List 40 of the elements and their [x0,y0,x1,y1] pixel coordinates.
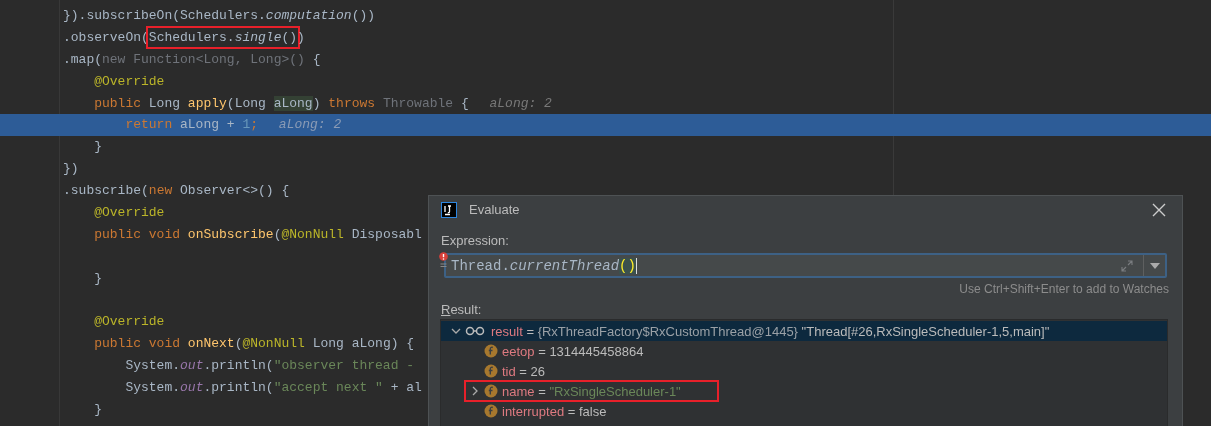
field-icon [484,364,498,378]
result-label: Result: [440,301,483,317]
code-text: public Long apply(Long aLong) throws Throwable { aLong: 2 [93,95,552,111]
expression-label: Expression: [441,233,509,248]
glasses-icon [465,326,487,336]
code-text: return aLong + 1; aLong: 2 [124,117,342,133]
variable-label: name = "RxSingleScheduler-1" [502,383,681,399]
field-icon [484,384,498,398]
code-text: } [93,402,102,418]
field-icon [484,404,498,418]
code-text: public void onSubscribe(@NonNull Disposabl [93,226,422,242]
code-text: @Override [93,314,165,330]
tree-row[interactable]: interrupted = false [441,401,1167,421]
variable-label: tid = 26 [502,363,546,379]
code-text: .map(new Function<Long, Long>() { [63,51,321,67]
code-text: .subscribe(new Observer<>() { [63,183,290,199]
variable-label: eetop = 1314445458864 [502,343,644,359]
variable-label: result = {RxThreadFactory$RxCustomThread@1445} "Thread[#26,RxSingleScheduler-1,5,main]" [491,323,1050,339]
expression-input[interactable]: Thread.currentThread() [446,257,1121,274]
tree-row[interactable]: eetop = 1314445458864 [441,341,1167,361]
hint-text: Use Ctrl+Shift+Enter to add to Watches [959,282,1169,296]
tree-row[interactable]: tid = 26 [441,361,1167,381]
code-text: }).subscribeOn(Schedulers.computation()) [63,8,376,23]
code-text: }) [63,161,79,177]
code-text: ) [297,29,305,45]
code-text: System.out.println("observer thread - [124,358,415,374]
code-text: @Override [93,73,165,89]
close-button[interactable] [1152,202,1166,217]
app-icon [441,201,457,218]
code-text: @Override [93,205,165,220]
dialog-title: Evaluate [469,202,521,217]
caret-icon [1149,262,1160,269]
field-icon [484,344,498,358]
tree-row[interactable]: result = {RxThreadFactory$RxCustomThread@1445} "Thread[#26,RxSingleScheduler-1,5,main]" [441,321,1167,341]
code-text: } [93,139,102,155]
tree-row[interactable]: name = "RxSingleScheduler-1" [441,381,1167,401]
code-text: } [93,270,102,286]
code-text: public void onNext(@NonNull Long aLong) { [93,336,415,352]
variable-label: interrupted = false [502,403,607,419]
code-text: System.out.println("accept next " + al [124,380,422,396]
